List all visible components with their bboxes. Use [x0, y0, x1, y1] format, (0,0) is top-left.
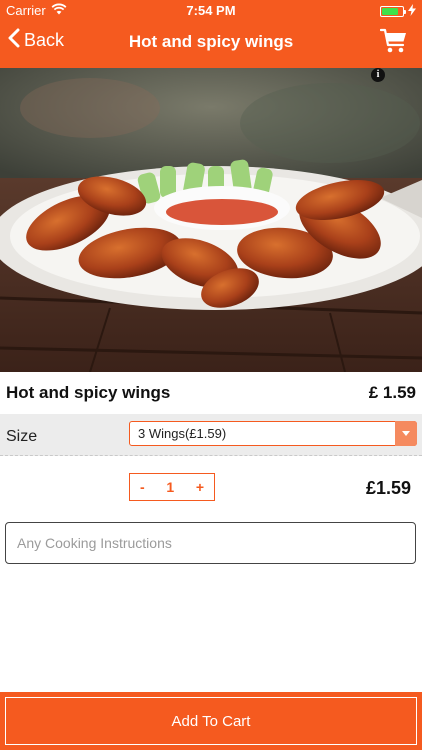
- item-header: Hot and spicy wings £ 1.59: [0, 372, 422, 414]
- info-icon[interactable]: i: [371, 68, 385, 82]
- size-label: Size: [6, 428, 38, 445]
- page-title: Hot and spicy wings: [128, 32, 294, 51]
- nav-bar: Back Hot and spicy wings: [0, 22, 422, 64]
- add-to-cart-button[interactable]: Add To Cart: [5, 697, 417, 745]
- battery-level: [382, 8, 398, 15]
- battery-icon: [380, 6, 406, 17]
- increment-button[interactable]: +: [196, 479, 204, 495]
- size-dropdown[interactable]: 3 Wings(£1.59): [129, 421, 417, 446]
- size-selected-value: 3 Wings(£1.59): [138, 426, 227, 441]
- cart-button[interactable]: [379, 28, 408, 59]
- status-bar: Carrier 7:54 PM: [0, 0, 422, 22]
- bottom-bar: Add To Cart: [0, 692, 422, 750]
- chevron-left-icon: [8, 28, 20, 53]
- back-label: Back: [24, 30, 65, 50]
- cart-icon: [379, 28, 408, 58]
- quantity-stepper: - 1 +: [129, 473, 215, 501]
- chevron-down-icon: [395, 421, 417, 446]
- top-bar: Carrier 7:54 PM Back Hot and spicy wings: [0, 0, 422, 68]
- status-right: [380, 4, 416, 19]
- decrement-button[interactable]: -: [140, 479, 145, 495]
- product-image: i: [0, 68, 422, 372]
- back-button[interactable]: Back: [8, 28, 64, 53]
- status-time: 7:54 PM: [186, 3, 236, 18]
- bolt-icon: [408, 4, 416, 19]
- wings-plate-illustration: [0, 68, 422, 372]
- quantity-value: 1: [166, 479, 175, 495]
- size-row: Size 3 Wings(£1.59): [0, 414, 422, 456]
- total-price: £1.59: [365, 478, 411, 498]
- cooking-instructions-input[interactable]: [5, 522, 416, 564]
- item-name: Hot and spicy wings: [6, 383, 171, 402]
- item-price: £ 1.59: [368, 383, 416, 402]
